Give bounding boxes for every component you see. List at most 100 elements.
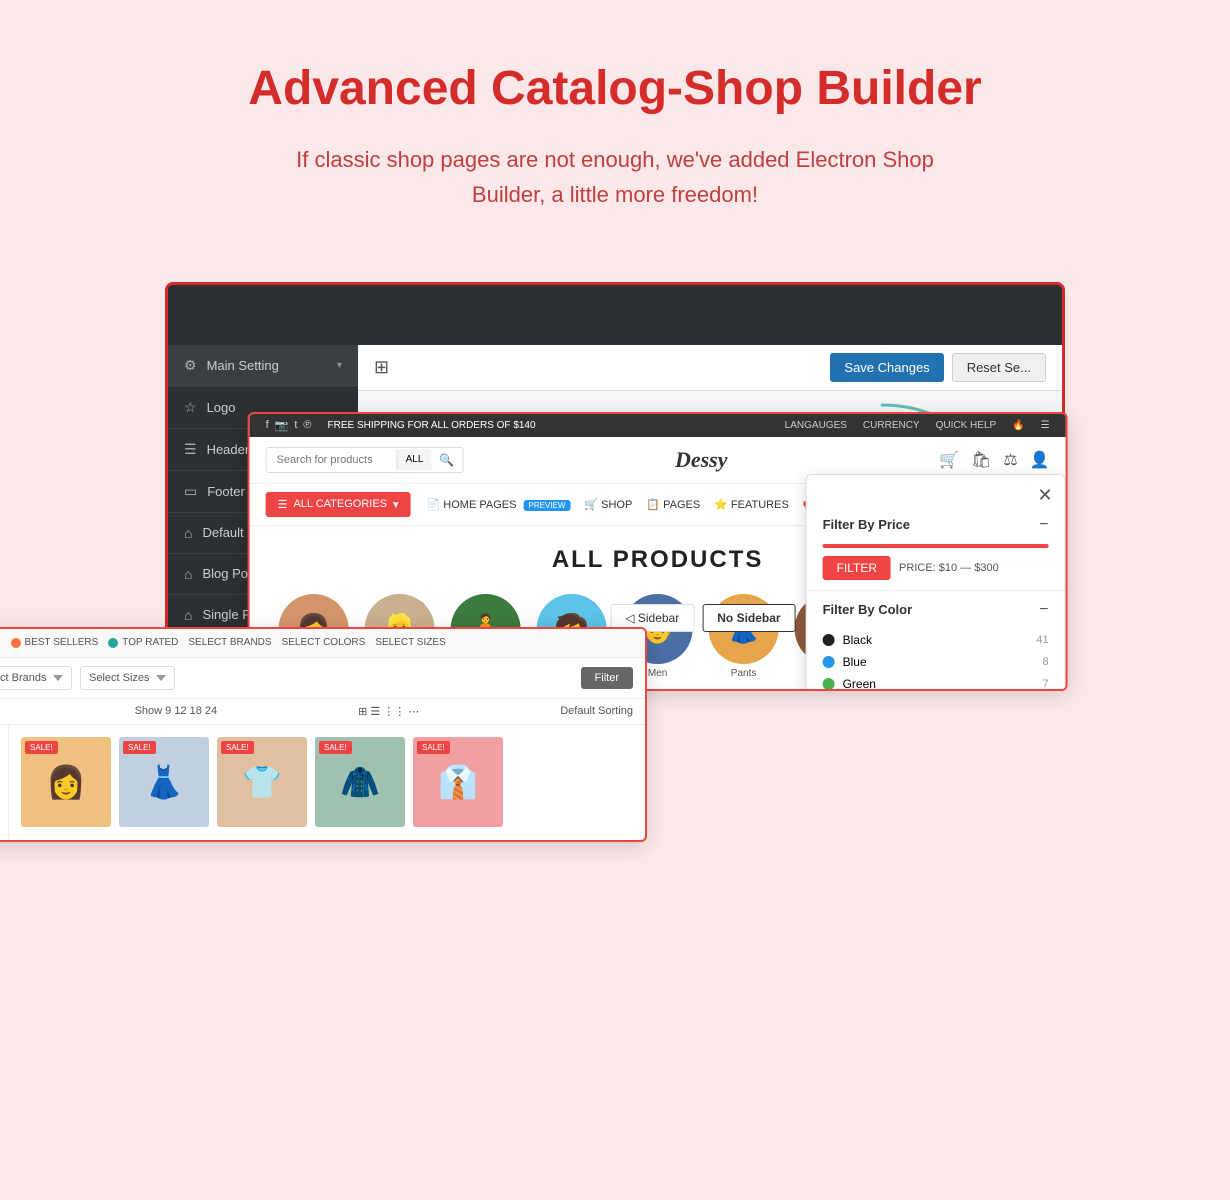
product-thumb-4[interactable]: SALE! 🧥 <box>315 737 405 828</box>
shop-topbar-right: LANGAUGES CURRENCY QUICK HELP 🔥 ☰ <box>785 420 1050 431</box>
filter-color-toggle[interactable]: − <box>1039 601 1048 619</box>
wishlist-icon[interactable]: 🛍 <box>971 450 991 470</box>
star-icon: ☆ <box>184 399 197 416</box>
currency-dropdown[interactable]: CURRENCY <box>863 420 920 431</box>
filter-price-title: Filter By Price <box>823 517 910 532</box>
secondary-sidebar-area: SEARCH Filter by price − FILTER PRICE: $… <box>0 725 645 840</box>
best-sellers-dot <box>11 638 21 648</box>
screenshots-area: ⚙ Main Setting ▾ ☆ Logo ☰ Header <box>115 252 1115 832</box>
pants-label: Pants <box>709 668 779 679</box>
cart-icon[interactable]: 🛒 <box>939 450 959 470</box>
green-dot <box>823 678 835 690</box>
top-rated-filter[interactable]: TOP RATED <box>108 637 178 648</box>
color-black[interactable]: Black 41 <box>823 629 1049 651</box>
filter-color-header: Filter By Color − <box>823 601 1049 619</box>
product-img-4: SALE! 🧥 <box>315 737 405 827</box>
secondary-products-grid: SALE! 👩 SALE! 👗 SALE! 👕 <box>9 725 645 840</box>
sidebar-label-main-setting: Main Setting <box>207 358 279 373</box>
search-input[interactable] <box>267 449 397 471</box>
preview-badge: PREVIEW <box>523 500 570 511</box>
color-green[interactable]: Green 7 <box>823 673 1049 691</box>
price-range-label: PRICE: $10 — $300 <box>899 562 999 574</box>
blazers-badge: 5 <box>335 594 349 605</box>
product-thumb-3[interactable]: SALE! 👕 <box>217 737 307 828</box>
social-icons: f 📷 t ℗ <box>266 419 312 432</box>
top-rated-label: TOP RATED <box>122 637 178 648</box>
search-area: ALL 🔍 <box>266 447 464 473</box>
search-button[interactable]: 🔍 <box>431 448 462 472</box>
nav-pages[interactable]: 📋 PAGES <box>646 498 700 511</box>
category-list-icon: ☰ <box>278 498 288 511</box>
product-img-5: SALE! 👔 <box>413 737 503 827</box>
reset-button[interactable]: Reset Se... <box>952 353 1046 382</box>
shop-logo: Dessy <box>675 447 728 473</box>
filter-price-section: Filter By Price − FILTER PRICE: $10 — $3… <box>807 506 1065 591</box>
nav-features[interactable]: ⭐ FEATURES <box>714 498 789 511</box>
sec-sidebar-col: SEARCH Filter by price − FILTER PRICE: $… <box>0 725 9 840</box>
color-blue[interactable]: Blue 8 <box>823 651 1049 673</box>
kids-badge: 1 <box>593 594 607 605</box>
filter-price-toggle[interactable]: − <box>1039 516 1048 534</box>
select-brands-filter[interactable]: SELECT BRANDS <box>188 637 271 648</box>
black-count: 41 <box>1036 634 1048 646</box>
brands-dropdown[interactable]: Select Brands <box>0 666 72 690</box>
compare-icon[interactable]: ⚖ <box>1003 450 1017 470</box>
all-categories-label: ALL CATEGORIES <box>293 498 387 510</box>
instagram-icon[interactable]: 📷 <box>275 419 289 432</box>
featured-label: FEATURED <box>0 637 1 648</box>
coats-badge: 3 <box>421 594 435 605</box>
quick-help-dropdown[interactable]: QUICK HELP <box>936 420 997 431</box>
jeans-badge: 4 <box>507 594 521 605</box>
all-categories-button[interactable]: ☰ ALL CATEGORIES ▾ <box>266 492 411 517</box>
apply-filter-button[interactable]: Filter <box>581 667 633 689</box>
sidebar-label-header: Header <box>207 442 250 457</box>
shop-topbar-left: f 📷 t ℗ FREE SHIPPING FOR ALL ORDERS OF … <box>266 419 536 432</box>
select-sizes-filter[interactable]: SELECT SIZES <box>375 637 445 648</box>
featured-filter[interactable]: FEATURED <box>0 637 1 648</box>
product-thumb-1[interactable]: SALE! 👩 <box>21 737 111 828</box>
sale-badge-3: SALE! <box>221 741 254 754</box>
select-sizes-label: SELECT SIZES <box>375 637 445 648</box>
filter-color-section: Filter By Color − Black 41 Blue 8 <box>807 591 1065 691</box>
product-thumb-5[interactable]: SALE! 👔 <box>413 737 503 828</box>
sidebar-item-main-setting[interactable]: ⚙ Main Setting ▾ <box>168 345 358 387</box>
sale-badge-2: SALE! <box>123 741 156 754</box>
save-changes-button[interactable]: Save Changes <box>830 353 943 382</box>
no-sidebar-button[interactable]: No Sidebar <box>702 604 795 632</box>
builder-topbar <box>168 285 1062 345</box>
facebook-icon[interactable]: f <box>266 419 269 432</box>
select-colors-filter[interactable]: SELECT COLORS <box>282 637 366 648</box>
filter-close-button[interactable]: ✕ <box>1038 485 1053 506</box>
price-filter-button[interactable]: FILTER <box>823 556 891 580</box>
best-sellers-filter[interactable]: BEST SELLERS <box>11 637 99 648</box>
sizes-dropdown[interactable]: Select Sizes <box>80 666 175 690</box>
pinterest-icon[interactable]: ℗ <box>303 419 311 432</box>
free-shipping-text: FREE SHIPPING FOR ALL ORDERS OF $140 <box>328 420 536 431</box>
select-colors-label: SELECT COLORS <box>282 637 366 648</box>
view-icons: ⊞ ☰ ⋮⋮ ⋯ <box>358 705 419 718</box>
black-label: Black <box>843 633 872 647</box>
nav-home-pages[interactable]: 📄 HOME PAGES PREVIEW <box>427 498 571 511</box>
green-count: 7 <box>1042 678 1048 690</box>
hero-section: Advanced Catalog-Shop Builder If classic… <box>0 0 1230 252</box>
blue-label: Blue <box>843 655 867 669</box>
hero-title: Advanced Catalog-Shop Builder <box>40 60 1190 118</box>
shop-topbar: f 📷 t ℗ FREE SHIPPING FOR ALL ORDERS OF … <box>250 414 1066 437</box>
best-sellers-label: BEST SELLERS <box>25 637 99 648</box>
product-thumb-2[interactable]: SALE! 👗 <box>119 737 209 828</box>
home-icon: ⌂ <box>184 525 192 541</box>
home-icon-3: ⌂ <box>184 607 192 623</box>
black-dot <box>823 634 835 646</box>
shop-nav-icons: 🛒 🛍 ⚖ 👤 <box>939 450 1050 470</box>
search-category-dropdown[interactable]: ALL <box>397 449 432 470</box>
default-sorting[interactable]: Default Sorting <box>560 705 633 718</box>
account-icon[interactable]: 👤 <box>1030 450 1050 470</box>
twitter-icon[interactable]: t <box>294 419 297 432</box>
green-label: Green <box>843 677 876 691</box>
languages-dropdown[interactable]: LANGAUGES <box>785 420 847 431</box>
secondary-fast-filters: Fast Filters: FEATURED BEST SELLERS TOP … <box>0 629 645 658</box>
hamburger-menu-icon[interactable]: ☰ <box>1041 420 1050 431</box>
price-slider[interactable] <box>823 544 1049 548</box>
nav-shop[interactable]: 🛒 SHOP <box>584 498 632 511</box>
gear-icon: ⚙ <box>184 357 197 374</box>
